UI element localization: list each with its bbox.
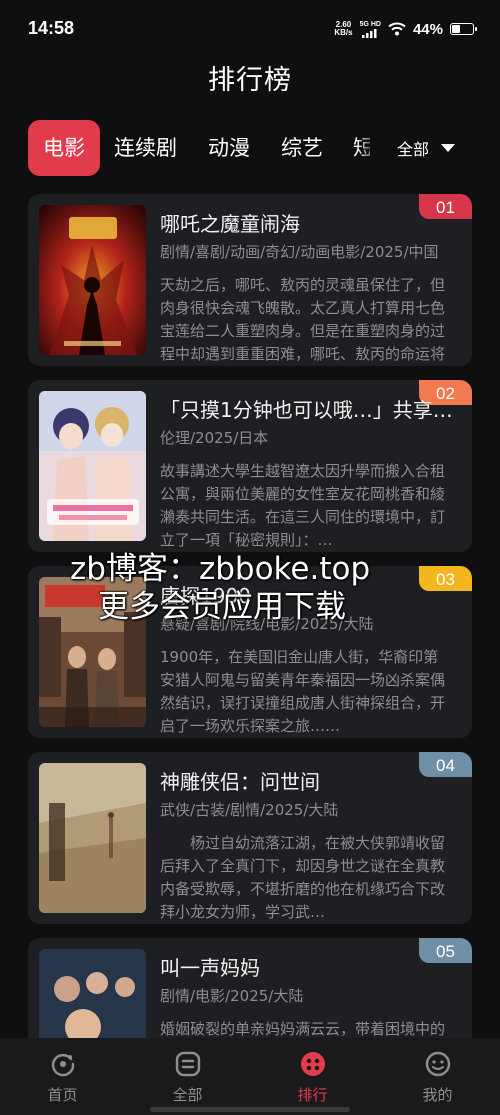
card-title: 神雕侠侣：问世间: [160, 770, 320, 794]
card-title: 叫一声妈妈: [160, 956, 260, 980]
card-description: 1900年，在美国旧金山唐人街，华裔印第安猎人阿鬼与留美青年秦福因一场凶杀案偶然…: [160, 648, 446, 735]
card-description: 故事講述大學生越智遼太因升學而搬入合租公寓，與兩位美麗的女性室友花岡桃香和綾瀨奏…: [160, 462, 446, 549]
bottom-navigation: 首页 全部 排行 我的: [0, 1038, 500, 1115]
card-title: 哪吒之魔童闹海: [160, 212, 300, 236]
category-all-label: 全部: [397, 140, 430, 159]
card-tags: 伦理/2025/日本: [160, 429, 269, 447]
page-title: 排行榜: [208, 65, 292, 96]
home-icon: [51, 1053, 75, 1077]
card-tags: 剧情/喜剧/动画/奇幻/动画电影/2025/中国: [160, 243, 439, 261]
ranking-icon: [301, 1052, 325, 1076]
speed-unit: KB/s: [334, 28, 353, 37]
wifi-icon: [388, 22, 406, 36]
nav-profile[interactable]: 我的: [375, 1038, 500, 1115]
tab-series[interactable]: 连续剧: [114, 120, 177, 176]
category-all-dropdown[interactable]: 全部: [397, 120, 456, 176]
nav-profile-label: 我的: [422, 1086, 453, 1104]
category-tabs: 电影 连续剧 动漫 综艺 短 全部: [0, 110, 500, 178]
watermark-overlay: zb博客：zbboke.top 更多会员应用下载: [70, 550, 470, 626]
tabs-fade: [356, 120, 386, 176]
ranking-card[interactable]: 01 哪吒之魔童闹海 剧情/喜剧/动画/奇幻/动画电影/2025/中国 天劫之后…: [28, 194, 472, 366]
nav-all[interactable]: 全部: [125, 1038, 250, 1115]
card-description: 天劫之后，哪吒、敖丙的灵魂虽保住了，但肉身很快会魂飞魄散。太乙真人打算用七色宝莲…: [160, 276, 446, 363]
nav-ranking-label: 排行: [297, 1086, 328, 1104]
card-title: 「只摸1分钟也可以哦…」共享…: [160, 398, 453, 422]
nav-all-label: 全部: [172, 1086, 203, 1104]
ranking-card[interactable]: 02 「只摸1分钟也可以哦…」共享… 伦理/2025/日本 故事講述大學生越智遼…: [28, 380, 472, 552]
poster-image: [39, 763, 146, 913]
status-bar: 14:58 2.60 KB/s 5G HD 44%: [0, 0, 500, 58]
battery-icon: [450, 23, 477, 35]
network-type: 5G HD: [359, 20, 381, 28]
status-time: 14:58: [28, 18, 75, 38]
watermark-line-1: zb博客：zbboke.top: [70, 551, 371, 587]
tab-anime[interactable]: 动漫: [208, 120, 250, 176]
card-tags: 武侠/古装/剧情/2025/大陆: [160, 801, 339, 819]
tab-variety[interactable]: 综艺: [281, 120, 323, 176]
card-description: 杨过自幼流落江湖，在被大侠郭靖收留后拜入了全真门下，却因身世之谜在全真教内备受欺…: [160, 834, 446, 921]
nav-ranking[interactable]: 排行: [250, 1038, 375, 1115]
tab-movie[interactable]: 电影: [28, 120, 100, 176]
cellular-signal: 5G HD: [360, 21, 381, 38]
status-icons: 2.60 KB/s 5G HD 44%: [334, 18, 477, 40]
battery-fill: [452, 25, 461, 33]
ranking-card[interactable]: 04 神雕侠侣：问世间 武侠/古装/剧情/2025/大陆 杨过自幼流落江湖，在被…: [28, 752, 472, 924]
card-tags: 剧情/电影/2025/大陆: [160, 987, 304, 1005]
poster-image: [39, 391, 146, 541]
watermark-line-2: 更多会员应用下载: [98, 589, 346, 625]
network-speed: 2.60 KB/s: [334, 21, 352, 37]
list-icon: [175, 1051, 201, 1077]
signal-bars-icon: [362, 28, 377, 38]
nav-home[interactable]: 首页: [0, 1038, 125, 1115]
nav-home-label: 首页: [47, 1086, 78, 1104]
poster-image: [39, 205, 146, 355]
profile-icon: [425, 1051, 451, 1077]
battery-percent: 44%: [412, 20, 443, 38]
home-indicator: [150, 1107, 350, 1112]
dropdown-triangle-icon: [441, 144, 456, 152]
